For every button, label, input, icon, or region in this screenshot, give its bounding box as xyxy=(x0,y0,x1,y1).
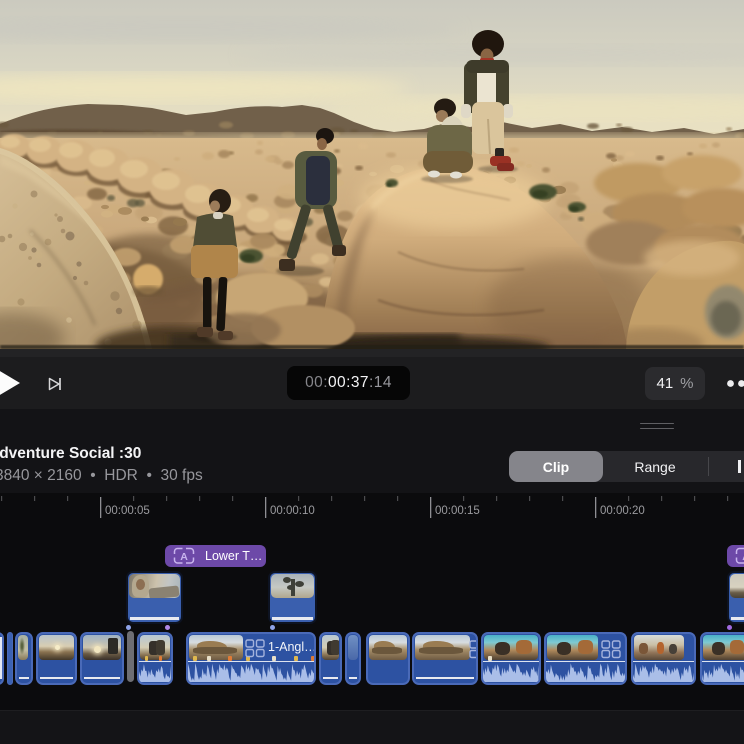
svg-text:00:00:15: 00:00:15 xyxy=(435,505,480,517)
svg-text:00:00:10: 00:00:10 xyxy=(270,505,315,517)
svg-text:00:00:20: 00:00:20 xyxy=(600,505,645,517)
svg-text:00:00:05: 00:00:05 xyxy=(105,505,150,517)
svg-text:A: A xyxy=(180,551,188,563)
